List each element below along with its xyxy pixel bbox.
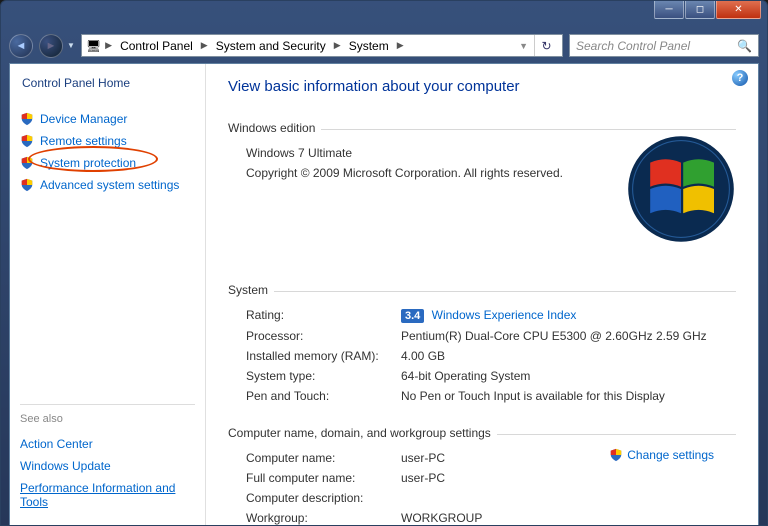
- sidebar-link-device-manager[interactable]: Device Manager: [20, 108, 195, 130]
- see-also-action-center[interactable]: Action Center: [20, 433, 195, 455]
- shield-icon: [609, 448, 623, 462]
- minimize-button[interactable]: ─: [654, 1, 684, 19]
- shield-icon: [20, 134, 34, 148]
- sidebar-link-advanced-system-settings[interactable]: Advanced system settings: [20, 174, 195, 196]
- breadcrumb-item[interactable]: Control Panel: [116, 37, 197, 55]
- row-key: Computer description:: [246, 491, 401, 505]
- explorer-window: ─ ◻ ✕ ◄ ► ▼ 🖥 ▶ Control Panel ▶ System a…: [0, 0, 768, 526]
- control-panel-home-link[interactable]: Control Panel Home: [20, 76, 195, 90]
- sidebar-link-label: System protection: [40, 156, 136, 170]
- windows-logo: [626, 134, 736, 247]
- titlebar[interactable]: ─ ◻ ✕: [1, 1, 767, 29]
- row-value: No Pen or Touch Input is available for t…: [401, 389, 736, 403]
- sidebar-link-system-protection[interactable]: System protection: [20, 152, 195, 174]
- row-value: [401, 491, 736, 505]
- breadcrumb-item[interactable]: System: [345, 37, 393, 55]
- row-value: 4.00 GB: [401, 349, 736, 363]
- content-pane: ? View basic information about your comp…: [205, 64, 758, 525]
- section-heading-edition: Windows edition: [228, 121, 315, 135]
- chevron-right-icon[interactable]: ▶: [395, 40, 406, 51]
- chevron-right-icon[interactable]: ▶: [332, 40, 343, 51]
- row-key: System type:: [246, 369, 401, 383]
- close-button[interactable]: ✕: [716, 1, 761, 19]
- row-key: Pen and Touch:: [246, 389, 401, 403]
- experience-index-link[interactable]: Windows Experience Index: [432, 308, 577, 322]
- row-key: Processor:: [246, 329, 401, 343]
- change-settings-link[interactable]: Change settings: [627, 448, 714, 462]
- rating-label: Rating:: [246, 308, 401, 323]
- search-placeholder: Search Control Panel: [576, 39, 690, 53]
- row-key: Computer name:: [246, 451, 401, 465]
- row-key: Workgroup:: [246, 511, 401, 525]
- row-key: Full computer name:: [246, 471, 401, 485]
- row-value: 64-bit Operating System: [401, 369, 736, 383]
- shield-icon: [20, 156, 34, 170]
- sidebar-link-remote-settings[interactable]: Remote settings: [20, 130, 195, 152]
- address-bar[interactable]: 🖥 ▶ Control Panel ▶ System and Security …: [81, 34, 563, 57]
- refresh-button[interactable]: ↻: [534, 35, 558, 56]
- shield-icon: [20, 178, 34, 192]
- address-dropdown-icon[interactable]: ▼: [515, 41, 532, 51]
- chevron-right-icon[interactable]: ▶: [103, 40, 114, 51]
- body: Control Panel Home Device Manager Remote…: [9, 63, 759, 525]
- breadcrumb-item[interactable]: System and Security: [212, 37, 330, 55]
- search-icon: 🔍: [737, 39, 752, 53]
- see-also-section: See also Action Center Windows Update Pe…: [20, 404, 195, 513]
- computer-icon: 🖥: [86, 39, 101, 53]
- sidebar-link-label: Remote settings: [40, 134, 127, 148]
- help-icon[interactable]: ?: [732, 70, 748, 86]
- rating-badge: 3.4: [401, 309, 424, 323]
- page-title: View basic information about your comput…: [228, 78, 736, 95]
- maximize-button[interactable]: ◻: [685, 1, 715, 19]
- search-input[interactable]: Search Control Panel 🔍: [569, 34, 759, 57]
- navigation-bar: ◄ ► ▼ 🖥 ▶ Control Panel ▶ System and Sec…: [9, 29, 759, 62]
- row-value: Pentium(R) Dual-Core CPU E5300 @ 2.60GHz…: [401, 329, 736, 343]
- see-also-performance-info[interactable]: Performance Information and Tools: [20, 477, 195, 513]
- chevron-right-icon[interactable]: ▶: [199, 40, 210, 51]
- section-heading-domain: Computer name, domain, and workgroup set…: [228, 426, 491, 440]
- see-also-windows-update[interactable]: Windows Update: [20, 455, 195, 477]
- forward-button[interactable]: ►: [39, 34, 63, 58]
- sidebar: Control Panel Home Device Manager Remote…: [10, 64, 205, 525]
- shield-icon: [20, 112, 34, 126]
- history-dropdown-icon[interactable]: ▼: [67, 41, 75, 50]
- sidebar-link-label: Advanced system settings: [40, 178, 179, 192]
- row-value: user-PC: [401, 471, 736, 485]
- section-heading-system: System: [228, 283, 268, 297]
- see-also-heading: See also: [20, 413, 195, 425]
- sidebar-link-label: Device Manager: [40, 112, 127, 126]
- back-button[interactable]: ◄: [9, 34, 33, 58]
- row-key: Installed memory (RAM):: [246, 349, 401, 363]
- row-value: WORKGROUP: [401, 511, 736, 525]
